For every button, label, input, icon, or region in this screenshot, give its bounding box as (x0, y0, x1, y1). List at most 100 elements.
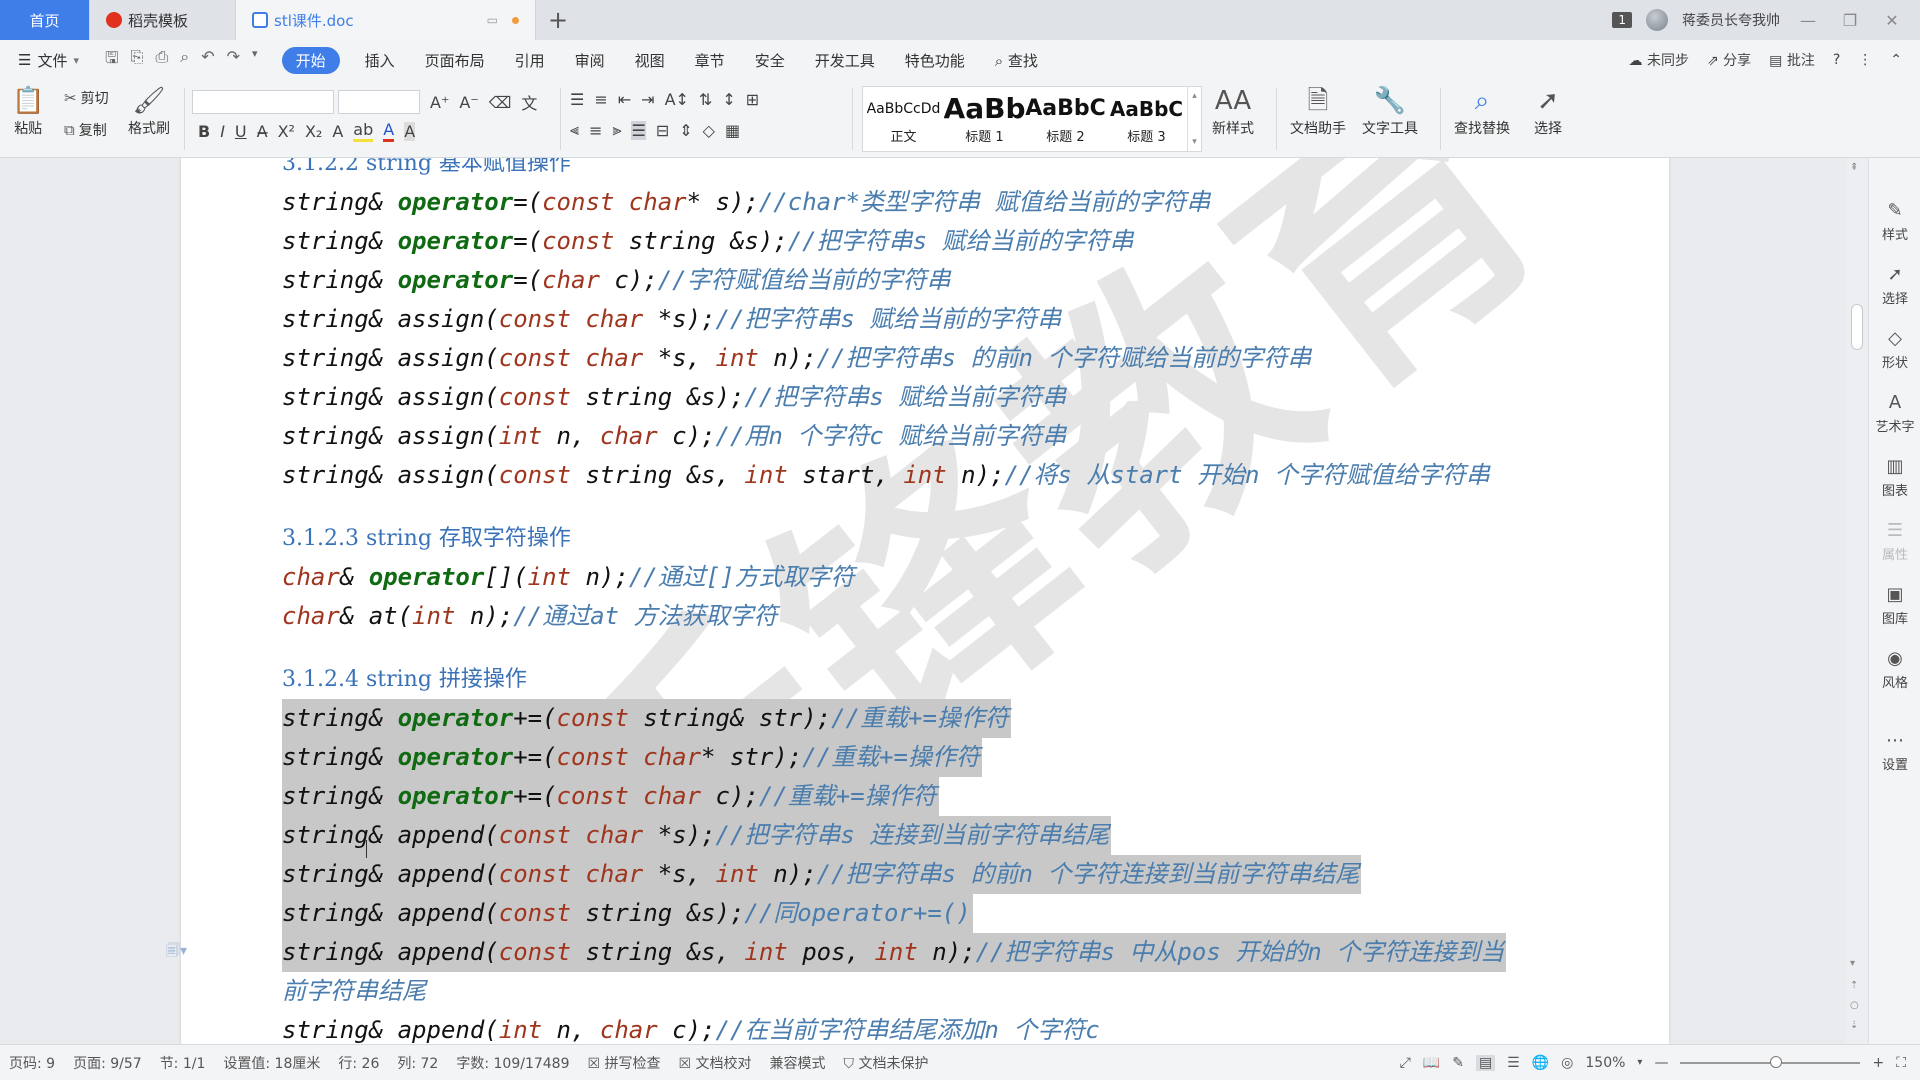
undo-icon[interactable]: ↶ (201, 47, 214, 74)
avatar[interactable] (1646, 9, 1668, 31)
close-button[interactable]: ✕ (1878, 11, 1906, 30)
sidebar-item-gallery[interactable]: ▣ 图库 (1869, 584, 1920, 627)
sidebar-item-art-text[interactable]: A 艺术字 (1869, 392, 1920, 435)
tab-insert[interactable]: 插入 (350, 50, 410, 71)
page-code[interactable]: 页码: 9 (0, 1053, 64, 1073)
highlight-icon[interactable]: ab (353, 120, 374, 142)
sidebar-item-settings[interactable]: ⋯ 设置 (1869, 730, 1920, 773)
minimize-button[interactable]: — (1794, 11, 1822, 30)
tab-page-layout[interactable]: 页面布局 (410, 50, 500, 71)
text-tools-button[interactable]: 🔧 文字工具 (1362, 84, 1418, 138)
scroll-down-icon[interactable]: ▾ (1850, 958, 1855, 969)
tab-template[interactable]: 稻壳模板 (90, 0, 236, 40)
align-right-icon[interactable]: ⫸ (612, 120, 621, 140)
window-count-badge[interactable]: 1 (1612, 12, 1632, 28)
sync-button[interactable]: ☁ 未同步 (1629, 50, 1689, 70)
help-button[interactable]: ? (1833, 52, 1840, 68)
text-effect-icon[interactable]: A (332, 122, 343, 141)
row-position[interactable]: 行: 26 (329, 1053, 388, 1073)
paste-button[interactable]: 📋 粘贴 (12, 84, 44, 138)
fit-window-icon[interactable]: ⛶ (1896, 1055, 1906, 1071)
borders-icon[interactable]: ▦ (725, 121, 740, 140)
sidebar-item-shape[interactable]: ◇ 形状 (1869, 328, 1920, 371)
vertical-scrollbar[interactable]: ⇞ ▾ ⇡ ○ ⇣ (1846, 158, 1868, 1044)
italic-icon[interactable]: I (220, 122, 225, 141)
zoom-slider-knob[interactable] (1770, 1055, 1783, 1068)
new-tab-button[interactable]: + (536, 0, 580, 40)
print-preview-icon[interactable]: ⌕ (180, 47, 189, 74)
sort-icon[interactable]: ⇅ (699, 90, 712, 109)
select-button[interactable]: ➚ 选择 (1534, 84, 1562, 138)
font-color-icon[interactable]: A (383, 120, 395, 142)
format-painter-button[interactable]: 🖌 格式刷 (128, 84, 170, 138)
sidebar-item-chart[interactable]: ▥ 图表 (1869, 456, 1920, 499)
number-list-icon[interactable]: ≡ (594, 90, 607, 109)
strikethrough-icon[interactable]: A̶ (257, 122, 268, 141)
zoom-in-icon[interactable]: + (1872, 1055, 1884, 1071)
sidebar-item-style[interactable]: ✎ 样式 (1869, 200, 1920, 243)
paragraph-marker-icon[interactable]: 🗐▾ (166, 940, 187, 964)
tab-view[interactable]: 视图 (620, 50, 680, 71)
font-size-select[interactable] (338, 90, 420, 114)
next-page-icon[interactable]: ⇣ (1850, 1020, 1858, 1031)
page-view-icon[interactable]: ▤ (1475, 1054, 1496, 1071)
tab-security[interactable]: 安全 (740, 50, 800, 71)
export-icon[interactable]: ⎘ (131, 47, 144, 74)
prev-page-icon[interactable]: ⇡ (1850, 980, 1858, 991)
bullet-list-icon[interactable]: ☰ (570, 90, 584, 109)
maximize-button[interactable]: ❐ (1836, 11, 1864, 30)
write-mode-icon[interactable]: ✎ (1452, 1055, 1464, 1071)
bold-icon[interactable]: B (198, 122, 210, 141)
redo-icon[interactable]: ↷ (227, 47, 240, 74)
sidebar-item-select[interactable]: ➚ 选择 (1869, 264, 1920, 307)
grow-font-icon[interactable]: A⁺ (430, 93, 449, 112)
style-heading-3[interactable]: AaBbC 标题 3 (1106, 87, 1187, 151)
increase-indent-icon[interactable]: ⇥ (641, 90, 654, 109)
tab-document[interactable]: stl课件.doc ▭ (236, 0, 536, 40)
doc-helper-button[interactable]: 🗎 文档助手 (1290, 84, 1346, 138)
eye-care-icon[interactable]: ◎ (1561, 1055, 1573, 1071)
customize-icon[interactable]: ▾ (252, 47, 258, 74)
decrease-indent-icon[interactable]: ⇤ (618, 90, 631, 109)
document-page[interactable]: 千锋教育 3.1.2.2 string 基本赋值操作 string& opera… (181, 158, 1669, 1044)
chevron-down-icon[interactable]: ▾ (1637, 1057, 1642, 1068)
font-family-select[interactable] (192, 90, 334, 114)
scroll-up-icon[interactable]: ⇞ (1850, 162, 1858, 173)
scroll-thumb[interactable] (1851, 304, 1863, 350)
more-button[interactable]: ⋮ (1858, 52, 1872, 68)
word-count[interactable]: 字数: 109/17489 (447, 1053, 578, 1073)
search-button[interactable]: ⌕ 查找 (980, 50, 1053, 71)
tab-developer[interactable]: 开发工具 (800, 50, 890, 71)
proofread-button[interactable]: ☒ 文档校对 (670, 1053, 761, 1073)
char-shading-icon[interactable]: A (404, 121, 416, 141)
page-count[interactable]: 页面: 9/57 (64, 1053, 151, 1073)
user-name[interactable]: 蒋委员长夸我帅 (1682, 10, 1780, 30)
zoom-out-icon[interactable]: — (1654, 1055, 1668, 1071)
align-center-icon[interactable]: ≡ (589, 121, 602, 140)
cut-button[interactable]: ✂ 剪切 (64, 88, 109, 108)
spell-check-button[interactable]: ☒ 拼写检查 (579, 1053, 670, 1073)
zoom-slider[interactable] (1680, 1055, 1861, 1068)
section-count[interactable]: 节: 1/1 (151, 1053, 215, 1073)
print-icon[interactable]: ⎙ (155, 47, 168, 74)
superscript-icon[interactable]: X² (278, 122, 295, 141)
align-left-icon[interactable]: ⫷ (570, 120, 579, 140)
text-direction-icon[interactable]: A↕ (665, 90, 689, 109)
find-replace-button[interactable]: ⌕ 查找替换 (1454, 84, 1510, 138)
select-browse-icon[interactable]: ○ (1850, 1000, 1859, 1011)
tab-start[interactable]: 开始 (281, 46, 340, 74)
shrink-font-icon[interactable]: A⁻ (459, 93, 478, 112)
distribute-icon[interactable]: ⊟ (656, 121, 669, 140)
comment-button[interactable]: ▤ 批注 (1769, 50, 1815, 70)
tab-review[interactable]: 审阅 (560, 50, 620, 71)
collapse-ribbon-icon[interactable]: ⌃ (1890, 52, 1902, 68)
outline-view-icon[interactable]: ☰ (1507, 1055, 1520, 1071)
style-gallery-scroll[interactable]: ▴ ▾ (1187, 87, 1201, 151)
copy-button[interactable]: ⧉ 复制 (64, 120, 107, 140)
new-style-button[interactable]: AA 新样式 (1212, 84, 1254, 138)
paragraph-spacing-icon[interactable]: ⇕ (679, 121, 692, 140)
tab-home[interactable]: 首页 (0, 0, 90, 40)
save-icon[interactable]: 🖫 (105, 47, 119, 74)
col-position[interactable]: 列: 72 (388, 1053, 447, 1073)
shading-icon[interactable]: ◇ (703, 121, 715, 140)
